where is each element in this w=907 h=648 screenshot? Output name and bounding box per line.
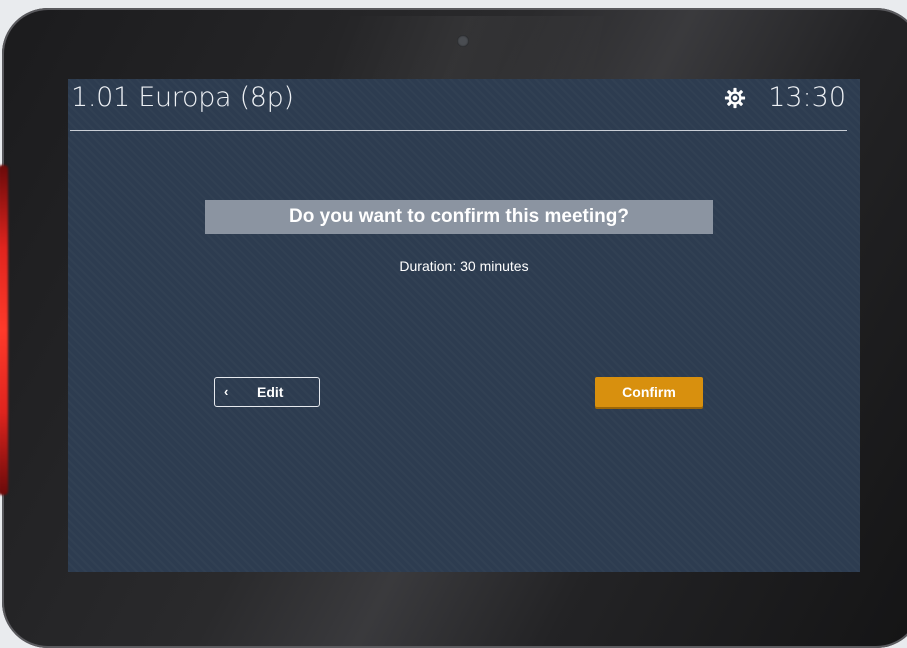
edit-button-label: Edit: [257, 384, 284, 400]
meeting-duration: Duration: 30 minutes: [399, 258, 529, 274]
clock-time: 13:30: [768, 82, 846, 113]
confirm-button[interactable]: Confirm: [595, 377, 703, 407]
room-display-screen: 1.01 Europa (8p) 13:30 Do you want to co…: [68, 79, 860, 572]
camera-icon: [457, 35, 469, 47]
confirm-button-label: Confirm: [622, 384, 676, 400]
confirm-question-text: Do you want to confirm this meeting?: [289, 206, 629, 227]
header-divider: [70, 130, 847, 131]
gear-icon[interactable]: [724, 87, 746, 109]
edit-button[interactable]: ‹ Edit: [214, 377, 320, 407]
chevron-left-icon: ‹: [224, 384, 229, 399]
status-led-bar: [0, 165, 8, 495]
confirm-question-banner: Do you want to confirm this meeting?: [205, 200, 713, 234]
room-name: 1.01 Europa (8p): [71, 82, 294, 113]
